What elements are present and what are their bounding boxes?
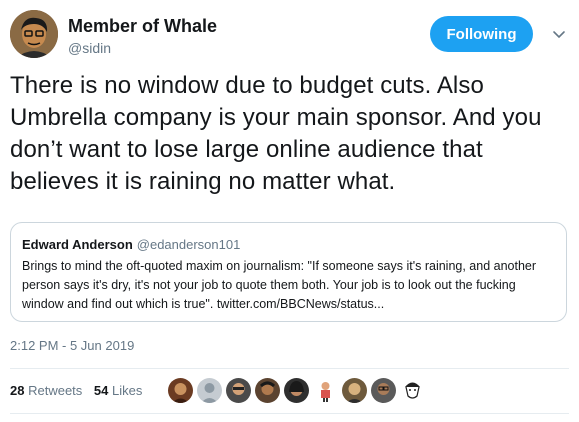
- tweet-header: Member of Whale @sidin Following: [10, 10, 569, 60]
- liker-avatar[interactable]: [313, 378, 338, 403]
- liker-avatar[interactable]: [255, 378, 280, 403]
- likes-label: Likes: [112, 383, 143, 398]
- retweets-label: Retweets: [28, 383, 83, 398]
- quoted-author-name: Edward Anderson: [22, 237, 133, 252]
- retweets-stat[interactable]: 28 Retweets: [10, 383, 82, 398]
- divider: [10, 368, 569, 369]
- liker-avatar[interactable]: [342, 378, 367, 403]
- avatar-illustration: [10, 10, 58, 58]
- author-avatar[interactable]: [10, 10, 58, 58]
- liker-avatar[interactable]: [168, 378, 193, 403]
- tweet-text: There is no window due to budget cuts. A…: [10, 72, 542, 195]
- tweet-timestamp[interactable]: 2:12 PM - 5 Jun 2019: [10, 338, 134, 353]
- author-handle[interactable]: @sidin: [68, 40, 111, 56]
- author-name[interactable]: Member of Whale: [68, 16, 217, 37]
- engagement-stats: 28 Retweets 54 Likes: [10, 383, 150, 398]
- likes-stat[interactable]: 54 Likes: [94, 383, 142, 398]
- liker-avatar[interactable]: [400, 378, 425, 403]
- quoted-tweet-header: Edward Anderson @edanderson101: [22, 237, 240, 252]
- chevron-down-icon[interactable]: [551, 26, 567, 42]
- retweets-count: 28: [10, 383, 25, 398]
- liker-avatar[interactable]: [226, 378, 251, 403]
- quoted-tweet-text: Brings to mind the oft-quoted maxim on j…: [22, 259, 537, 311]
- liker-avatar[interactable]: [371, 378, 396, 403]
- quoted-tweet[interactable]: Edward Anderson @edanderson101 Brings to …: [10, 222, 567, 322]
- quoted-author-handle: @edanderson101: [136, 237, 241, 252]
- liker-avatar[interactable]: [284, 378, 309, 403]
- likes-count: 54: [93, 383, 109, 398]
- following-button[interactable]: Following: [430, 16, 533, 52]
- divider: [10, 413, 569, 414]
- liker-avatar[interactable]: [197, 378, 222, 403]
